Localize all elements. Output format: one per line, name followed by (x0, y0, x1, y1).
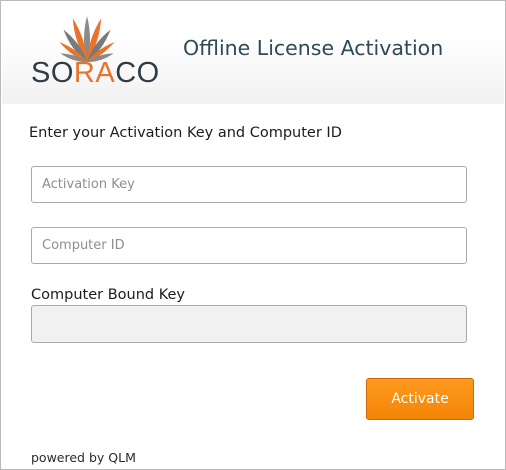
window-title: Offline License Activation (183, 36, 444, 60)
computer-bound-key-label: Computer Bound Key (31, 287, 185, 303)
logo-highlight: RA (73, 57, 116, 89)
activation-key-input[interactable] (31, 166, 467, 203)
header-banner: SORACO Offline License Activation (2, 2, 504, 104)
logo-suffix: CO (115, 57, 160, 89)
computer-id-input[interactable] (31, 227, 467, 264)
instructions-text: Enter your Activation Key and Computer I… (29, 125, 342, 141)
logo-prefix: SO (31, 57, 74, 89)
activation-window: SORACO Offline License Activation Enter … (0, 0, 506, 470)
soraco-logo-text: SORACO (31, 59, 160, 88)
powered-by-text: powered by QLM (31, 450, 136, 465)
computer-bound-key-field[interactable] (31, 305, 467, 343)
activate-button[interactable]: Activate (366, 378, 474, 420)
